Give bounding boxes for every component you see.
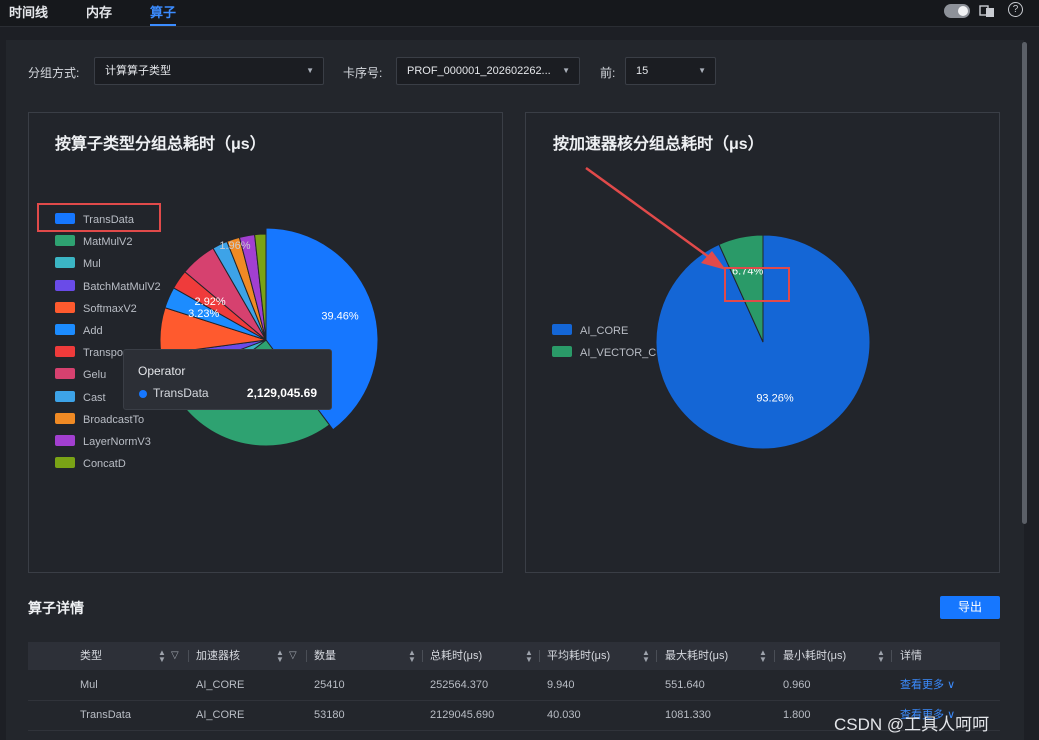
col-header-type: 类型 (80, 650, 102, 662)
col-header-details: 详情 (900, 650, 922, 662)
column-divider (656, 650, 657, 662)
details-title: 算子详情 (28, 600, 84, 616)
column-divider (188, 650, 189, 662)
cell-avg: 9.940 (547, 679, 575, 691)
cell-avg: 40.030 (547, 709, 581, 721)
cell-max: 1081.330 (665, 709, 711, 721)
column-divider (422, 650, 423, 662)
watermark: CSDN @工具人呵呵 (834, 715, 990, 734)
view-more-label: 查看更多 (900, 679, 944, 691)
col-header-min: 最小耗时(μs) (783, 650, 847, 662)
sort-icon[interactable]: ▲ ▼ (408, 649, 416, 664)
col-header-count: 数量 (314, 650, 336, 662)
sort-icon[interactable]: ▲ ▼ (276, 649, 284, 664)
sort-icon[interactable]: ▲ ▼ (158, 649, 166, 664)
sort-icon[interactable]: ▲ ▼ (642, 649, 650, 664)
sort-icon[interactable]: ▲ ▼ (759, 649, 767, 664)
highlight-box-vector-core (724, 267, 790, 302)
chevron-down-icon: ∨ (947, 679, 956, 691)
cell-type: Mul (80, 679, 98, 691)
cell-total: 2129045.690 (430, 709, 495, 721)
column-divider (306, 650, 307, 662)
filter-icon[interactable]: ▽ (289, 650, 297, 661)
cell-count: 53180 (314, 709, 345, 721)
cell-type: TransData (80, 709, 131, 721)
table-header: 类型 ▲ ▼ ▽ 加速器核 ▲ ▼ ▽ 数量 ▲ ▼ 总耗时(μs) ▲ ▼ 平均耗时(… (28, 642, 1000, 670)
sort-icon[interactable]: ▲ ▼ (877, 649, 885, 664)
pie-label-ai-core: 93.26% (756, 393, 794, 405)
cell-total: 252564.370 (430, 679, 489, 691)
cell-max: 551.640 (665, 679, 705, 691)
cell-count: 25410 (314, 679, 345, 691)
filter-icon[interactable]: ▽ (171, 650, 179, 661)
cell-min: 0.960 (783, 679, 811, 691)
column-divider (891, 650, 892, 662)
col-header-core: 加速器核 (196, 650, 240, 662)
view-more-link[interactable]: 查看更多 ∨ (900, 671, 955, 700)
cell-core: AI_CORE (196, 679, 245, 691)
column-divider (539, 650, 540, 662)
cell-min: 1.800 (783, 709, 811, 721)
cell-core: AI_CORE (196, 709, 245, 721)
col-header-max: 最大耗时(μs) (665, 650, 729, 662)
col-header-avg: 平均耗时(μs) (547, 650, 611, 662)
table-row: Mul AI_CORE 25410 252564.370 9.940 551.6… (28, 671, 1000, 701)
export-button[interactable]: 导出 (940, 596, 1000, 619)
sort-icon[interactable]: ▲ ▼ (525, 649, 533, 664)
col-header-total: 总耗时(μs) (430, 650, 483, 662)
core-pie: 93.26%6.74% (655, 234, 871, 450)
column-divider (774, 650, 775, 662)
